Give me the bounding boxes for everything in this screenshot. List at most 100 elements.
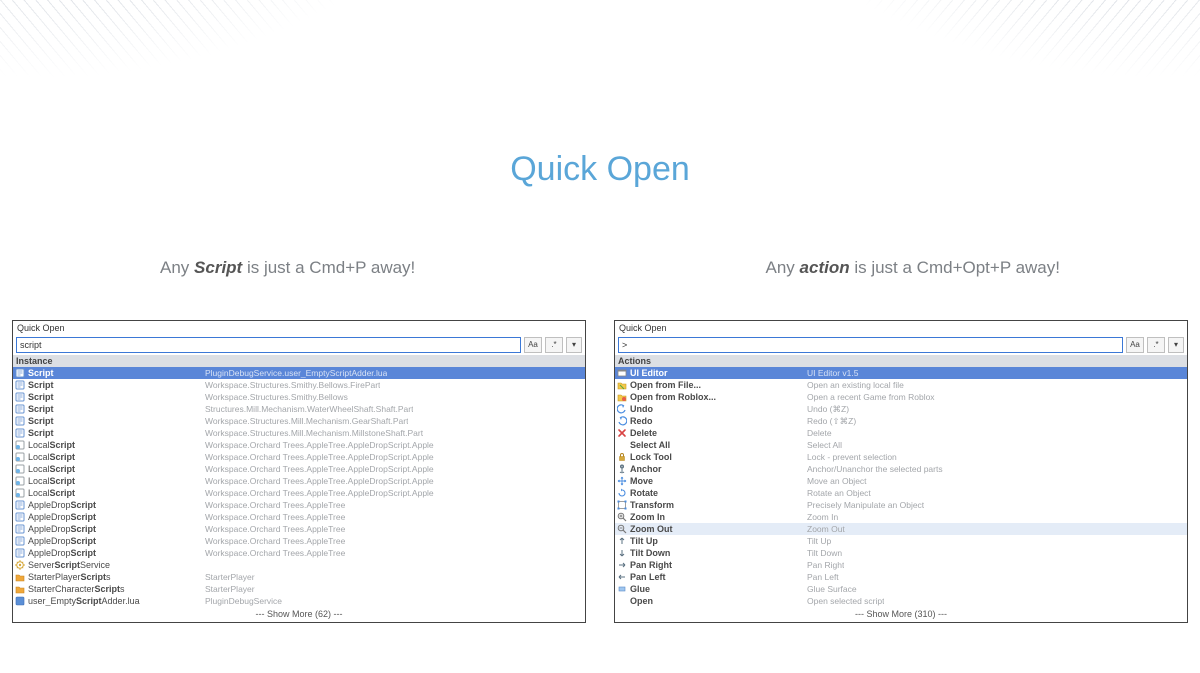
result-row[interactable]: LocalScriptWorkspace.Orchard Trees.Apple… [13,475,585,487]
section-header-instance: Instance [13,355,585,367]
result-name: LocalScript [28,452,75,462]
result-row[interactable]: LocalScriptWorkspace.Orchard Trees.Apple… [13,487,585,499]
regex-button[interactable]: .* [545,337,563,353]
emph: Script [194,258,242,277]
subtitle-left: Any Script is just a Cmd+P away! [160,258,415,278]
undo-icon [617,404,627,414]
result-row[interactable]: OpenOpen selected script [615,595,1187,607]
result-row[interactable]: ScriptWorkspace.Structures.Mill.Mechanis… [13,415,585,427]
result-row[interactable]: ScriptStructures.Mill.Mechanism.WaterWhe… [13,403,585,415]
result-row[interactable]: Zoom OutZoom Out [615,523,1187,535]
result-row[interactable]: UndoUndo (⌘Z) [615,403,1187,415]
result-name: Pan Right [630,560,672,570]
result-row[interactable]: AppleDropScriptWorkspace.Orchard Trees.A… [13,523,585,535]
result-name: LocalScript [28,488,75,498]
result-path: Select All [807,440,842,450]
local-script-icon [15,464,25,474]
ui-editor-icon [617,368,627,378]
result-name: Transform [630,500,674,510]
result-row[interactable]: LocalScriptWorkspace.Orchard Trees.Apple… [13,463,585,475]
show-more-button[interactable]: --- Show More (62) --- [13,607,585,622]
filter-dropdown-button[interactable]: ▾ [566,337,582,353]
result-row[interactable]: ServerScriptService [13,559,585,571]
result-path: Open an existing local file [807,380,904,390]
filter-dropdown-button[interactable]: ▾ [1168,337,1184,353]
result-row[interactable]: AnchorAnchor/Unanchor the selected parts [615,463,1187,475]
zoom-out-icon [617,524,627,534]
result-name: Script [28,416,54,426]
search-row: Aa .* ▾ [13,335,585,355]
result-row[interactable]: RotateRotate an Object [615,487,1187,499]
result-row[interactable]: UI EditorUI Editor v1.5 [615,367,1187,379]
result-name: Script [28,404,54,414]
result-path: Workspace.Orchard Trees.AppleTree.AppleD… [205,440,434,450]
result-path: Pan Left [807,572,839,582]
result-row[interactable]: StarterCharacterScriptsStarterPlayer [13,583,585,595]
result-row[interactable]: LocalScript Workspace.Orchard Trees.Apple… [13,439,585,451]
result-row[interactable]: RedoRedo (⇧⌘Z) [615,415,1187,427]
result-row[interactable]: user_EmptyScriptAdder.luaPluginDebugServ… [13,595,585,607]
script-blue-icon [15,596,25,606]
result-name: Zoom Out [630,524,673,534]
result-row[interactable]: AppleDropScriptWorkspace.Orchard Trees.A… [13,547,585,559]
result-path: Precisely Manipulate an Object [807,500,924,510]
result-name: LocalScript [28,440,75,450]
result-row[interactable]: ScriptWorkspace.Structures.Smithy.Bellow… [13,379,585,391]
text: is just a Cmd+Opt+P away! [850,258,1060,277]
result-row[interactable]: Open from File...Open an existing local … [615,379,1187,391]
emph: action [800,258,850,277]
glue-icon [617,584,627,594]
subtitle-right: Any action is just a Cmd+Opt+P away! [766,258,1061,278]
pan-right-icon [617,560,627,570]
tilt-up-icon [617,536,627,546]
result-row[interactable]: Open from Roblox...Open a recent Game fr… [615,391,1187,403]
search-input[interactable] [16,337,521,353]
regex-button[interactable]: .* [1147,337,1165,353]
quick-open-panel-scripts: Quick Open Aa .* ▾ Instance ScriptPlugin… [12,320,586,623]
result-row[interactable]: DeleteDelete [615,427,1187,439]
result-name: Tilt Down [630,548,670,558]
result-path: Move an Object [807,476,867,486]
script-icon [15,536,25,546]
quick-open-panel-actions: Quick Open Aa .* ▾ Actions UI EditorUI E… [614,320,1188,623]
result-row[interactable]: GlueGlue Surface [615,583,1187,595]
result-row[interactable]: StarterPlayerScriptsStarterPlayer [13,571,585,583]
result-path: Workspace.Structures.Smithy.Bellows.Fire… [205,380,380,390]
result-row[interactable]: ScriptWorkspace.Structures.Mill.Mechanis… [13,427,585,439]
result-row[interactable]: Zoom InZoom In [615,511,1187,523]
result-name: Tilt Up [630,536,658,546]
result-row[interactable]: ScriptWorkspace.Structures.Smithy.Bellow… [13,391,585,403]
result-name: Delete [630,428,657,438]
text: Any [160,258,194,277]
result-row[interactable]: MoveMove an Object [615,475,1187,487]
match-case-button[interactable]: Aa [524,337,542,353]
result-list: UI EditorUI Editor v1.5Open from File...… [615,367,1187,607]
result-row[interactable]: AppleDropScriptWorkspace.Orchard Trees.A… [13,535,585,547]
result-row[interactable]: Lock ToolLock - prevent selection [615,451,1187,463]
result-row[interactable]: Pan RightPan Right [615,559,1187,571]
section-header-actions: Actions [615,355,1187,367]
result-path: StarterPlayer [205,572,255,582]
result-row[interactable]: Pan LeftPan Left [615,571,1187,583]
result-row[interactable]: AppleDropScriptWorkspace.Orchard Trees.A… [13,511,585,523]
result-row[interactable]: ScriptPluginDebugService.user_EmptyScrip… [13,367,585,379]
result-row[interactable]: LocalScriptWorkspace.Orchard Trees.Apple… [13,451,585,463]
script-icon [15,368,25,378]
match-case-button[interactable]: Aa [1126,337,1144,353]
result-name: AppleDropScript [28,500,96,510]
script-icon [15,428,25,438]
script-icon [15,500,25,510]
result-path: Anchor/Unanchor the selected parts [807,464,943,474]
result-row[interactable]: Tilt DownTilt Down [615,547,1187,559]
result-path: Workspace.Structures.Smithy.Bellows [205,392,348,402]
result-row[interactable]: Transform Precisely Manipulate an Object [615,499,1187,511]
search-row: Aa .* ▾ [615,335,1187,355]
search-input[interactable] [618,337,1123,353]
result-name: Script [28,368,54,378]
local-script-icon [15,476,25,486]
result-row[interactable]: Tilt UpTilt Up [615,535,1187,547]
result-row[interactable]: Select AllSelect All [615,439,1187,451]
result-path: Workspace.Orchard Trees.AppleTree [205,536,345,546]
result-row[interactable]: AppleDropScriptWorkspace.Orchard Trees.A… [13,499,585,511]
show-more-button[interactable]: --- Show More (310) --- [615,607,1187,622]
